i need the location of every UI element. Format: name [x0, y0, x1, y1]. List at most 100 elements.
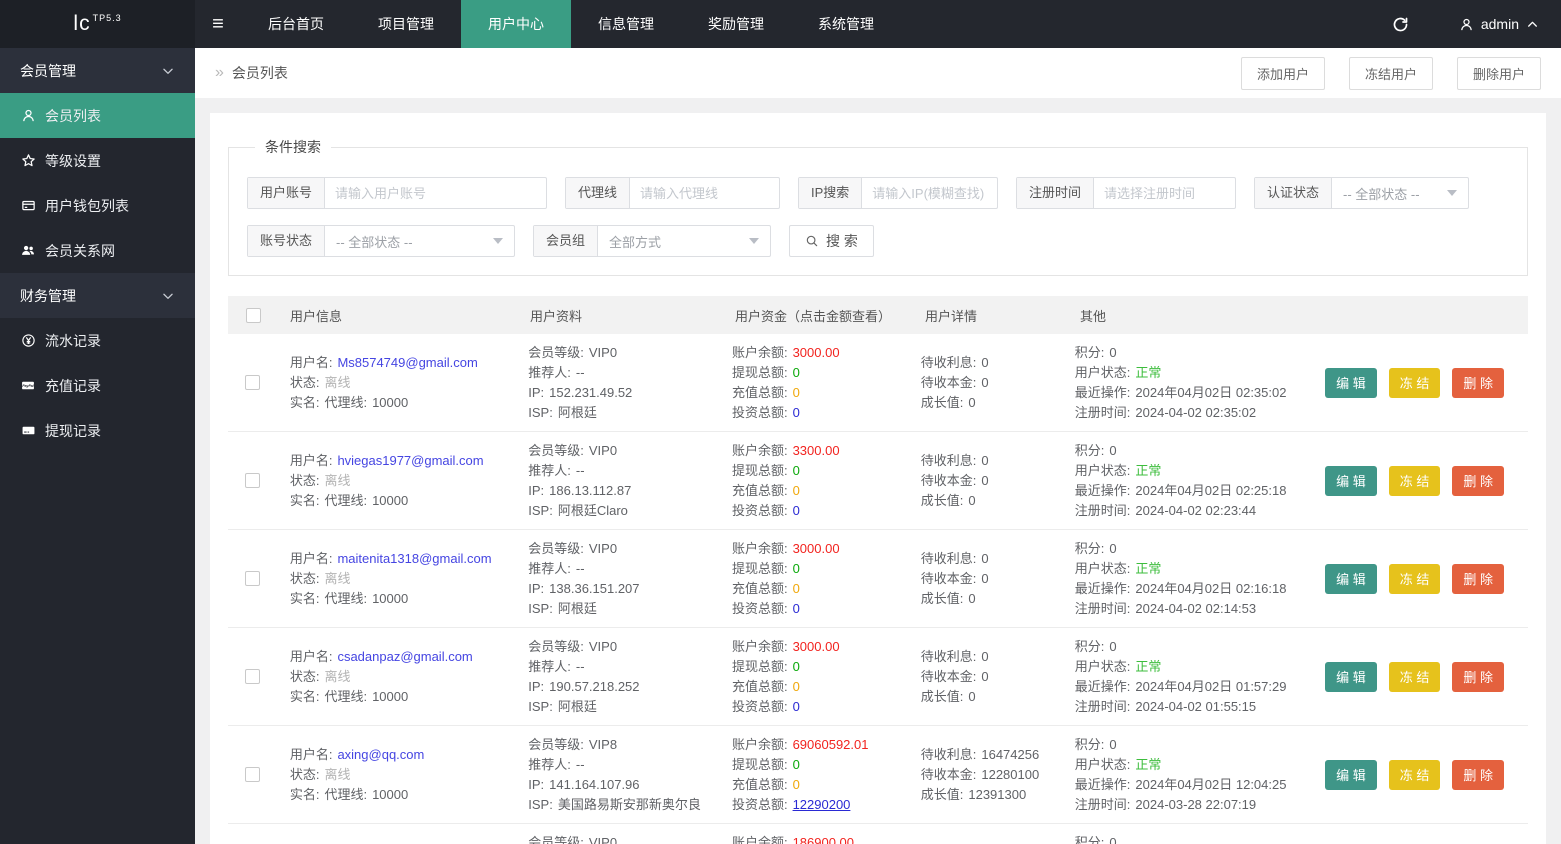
nav-item-projects[interactable]: 项目管理: [351, 0, 461, 48]
isp-value: 阿根廷: [557, 404, 597, 420]
sidebar-item-transaction-records[interactable]: 流水记录: [0, 318, 195, 363]
sidebar-item-user-wallets[interactable]: 用户钱包列表: [0, 183, 195, 228]
row-checkbox[interactable]: [245, 669, 261, 684]
nav-item-system[interactable]: 系统管理: [791, 0, 901, 48]
sidebar-group-finance-management[interactable]: 财务管理: [0, 273, 195, 318]
balance-value[interactable]: 69060592.01: [793, 737, 869, 752]
referrer-value: --: [575, 658, 585, 674]
content-area: 条件搜索 用户账号 代理线 IP搜索 注册时间: [195, 98, 1561, 844]
nav-item-rewards[interactable]: 奖励管理: [681, 0, 791, 48]
withdraw-value[interactable]: 0: [793, 561, 800, 576]
user-details-cell: 待收利息: 16474256 待收本金: 12280100 成长值: 12391300: [909, 745, 1063, 805]
referrer-label: 推荐人:: [528, 756, 571, 772]
invest-value[interactable]: 0: [793, 699, 800, 714]
principal-label: 待收本金:: [920, 472, 977, 488]
username-link[interactable]: Ms8574749@gmail.com: [337, 355, 477, 370]
delete-button[interactable]: 删 除: [1452, 759, 1505, 790]
freeze-button[interactable]: 冻 结: [1388, 367, 1441, 398]
app-logo[interactable]: lc TP5.3: [0, 0, 195, 48]
username-link[interactable]: csadanpaz@gmail.com: [337, 649, 472, 664]
member-group-select[interactable]: 全部方式: [598, 226, 770, 256]
delete-button[interactable]: 删 除: [1452, 367, 1505, 398]
freeze-button[interactable]: 冻 结: [1388, 563, 1441, 594]
delete-button[interactable]: 删 除: [1452, 563, 1505, 594]
admin-user-menu[interactable]: admin: [1459, 16, 1539, 32]
recharge-label: 充值总额:: [731, 482, 788, 498]
agent-input[interactable]: [630, 178, 779, 208]
freeze-user-button[interactable]: 冻结用户: [1348, 56, 1433, 90]
points-value: 0: [1109, 834, 1117, 844]
level-value: VIP0: [588, 540, 618, 556]
withdraw-value[interactable]: 0: [793, 365, 800, 380]
user-status-value: 正常: [1135, 658, 1162, 674]
withdraw-value[interactable]: 0: [793, 659, 800, 674]
row-checkbox[interactable]: [245, 375, 261, 390]
balance-value[interactable]: 3000.00: [793, 541, 840, 556]
nav-item-info[interactable]: 信息管理: [571, 0, 681, 48]
register-time-input[interactable]: [1094, 178, 1235, 208]
sidebar-item-label: 流水记录: [45, 332, 101, 349]
referrer-value: --: [575, 462, 585, 478]
recharge-value[interactable]: 0: [793, 581, 800, 596]
logo-version: TP5.3: [92, 13, 122, 23]
nav-item-dashboard[interactable]: 后台首页: [241, 0, 351, 48]
balance-value[interactable]: 3300.00: [793, 443, 840, 458]
refresh-icon[interactable]: [1381, 0, 1421, 48]
balance-value[interactable]: 186900.00: [793, 835, 854, 844]
invest-value[interactable]: 0: [793, 405, 800, 420]
freeze-button[interactable]: 冻 结: [1388, 465, 1441, 496]
delete-button[interactable]: 删 除: [1452, 465, 1505, 496]
sidebar-item-label: 提现记录: [45, 422, 101, 439]
withdraw-value[interactable]: 0: [793, 757, 800, 772]
user-status-value: 正常: [1135, 756, 1162, 772]
delete-user-button[interactable]: 删除用户: [1456, 56, 1541, 90]
recharge-value[interactable]: 0: [793, 483, 800, 498]
edit-button[interactable]: 编 辑: [1325, 465, 1377, 496]
add-user-button[interactable]: 添加用户: [1240, 56, 1325, 90]
balance-value[interactable]: 3000.00: [793, 639, 840, 654]
interest-value: 0: [981, 550, 989, 566]
row-checkbox[interactable]: [245, 767, 261, 782]
invest-value[interactable]: 0: [793, 601, 800, 616]
search-button[interactable]: 搜 索: [789, 225, 874, 257]
recharge-value[interactable]: 0: [793, 777, 800, 792]
withdraw-value[interactable]: 0: [793, 463, 800, 478]
edit-button[interactable]: 编 辑: [1325, 367, 1377, 398]
username-link[interactable]: axing@qq.com: [337, 747, 424, 762]
sidebar-item-member-network[interactable]: 会员关系网: [0, 228, 195, 273]
delete-button[interactable]: 删 除: [1452, 661, 1505, 692]
invest-value[interactable]: 0: [793, 503, 800, 518]
online-status-value: 离线: [324, 766, 351, 782]
row-checkbox[interactable]: [245, 473, 261, 488]
user-funds-cell: 账户余额: 3300.00 提现总额: 0 充值总额: 0 投资总额: 0: [720, 441, 909, 521]
invest-value[interactable]: 12290200: [793, 797, 851, 812]
ip-search-input[interactable]: [862, 178, 997, 208]
sidebar-item-member-list[interactable]: 会员列表: [0, 93, 195, 138]
last-op-label: 最近操作:: [1074, 482, 1131, 498]
user-details-cell: 待收利息: 0 待收本金: 0 成长值: 0: [909, 549, 1063, 609]
menu-toggle-icon[interactable]: ≡: [195, 0, 241, 48]
recharge-value[interactable]: 0: [793, 679, 800, 694]
balance-value[interactable]: 3000.00: [793, 345, 840, 360]
username-link[interactable]: hviegas1977@gmail.com: [337, 453, 483, 468]
sidebar-item-withdrawal-records[interactable]: 提现记录: [0, 408, 195, 453]
row-checkbox[interactable]: [245, 571, 261, 586]
edit-button[interactable]: 编 辑: [1325, 759, 1377, 790]
sidebar-group-member-management[interactable]: 会员管理: [0, 48, 195, 93]
account-status-label: 账号状态: [248, 226, 326, 256]
auth-status-select[interactable]: -- 全部状态 --: [1332, 178, 1468, 208]
edit-button[interactable]: 编 辑: [1325, 661, 1377, 692]
freeze-button[interactable]: 冻 结: [1388, 759, 1441, 790]
freeze-button[interactable]: 冻 结: [1388, 661, 1441, 692]
ip-field-label: IP搜索: [799, 178, 863, 208]
sidebar-item-recharge-records[interactable]: PayPal 充值记录: [0, 363, 195, 408]
recharge-value[interactable]: 0: [793, 385, 800, 400]
select-all-checkbox[interactable]: [245, 307, 261, 323]
nav-item-user-center[interactable]: 用户中心: [461, 0, 571, 48]
account-status-select[interactable]: -- 全部状态 --: [325, 226, 514, 256]
agent-value: 10000: [372, 590, 409, 606]
sidebar-item-level-settings[interactable]: 等级设置: [0, 138, 195, 183]
account-input[interactable]: [325, 178, 546, 208]
edit-button[interactable]: 编 辑: [1325, 563, 1377, 594]
username-link[interactable]: maitenita1318@gmail.com: [337, 551, 491, 566]
